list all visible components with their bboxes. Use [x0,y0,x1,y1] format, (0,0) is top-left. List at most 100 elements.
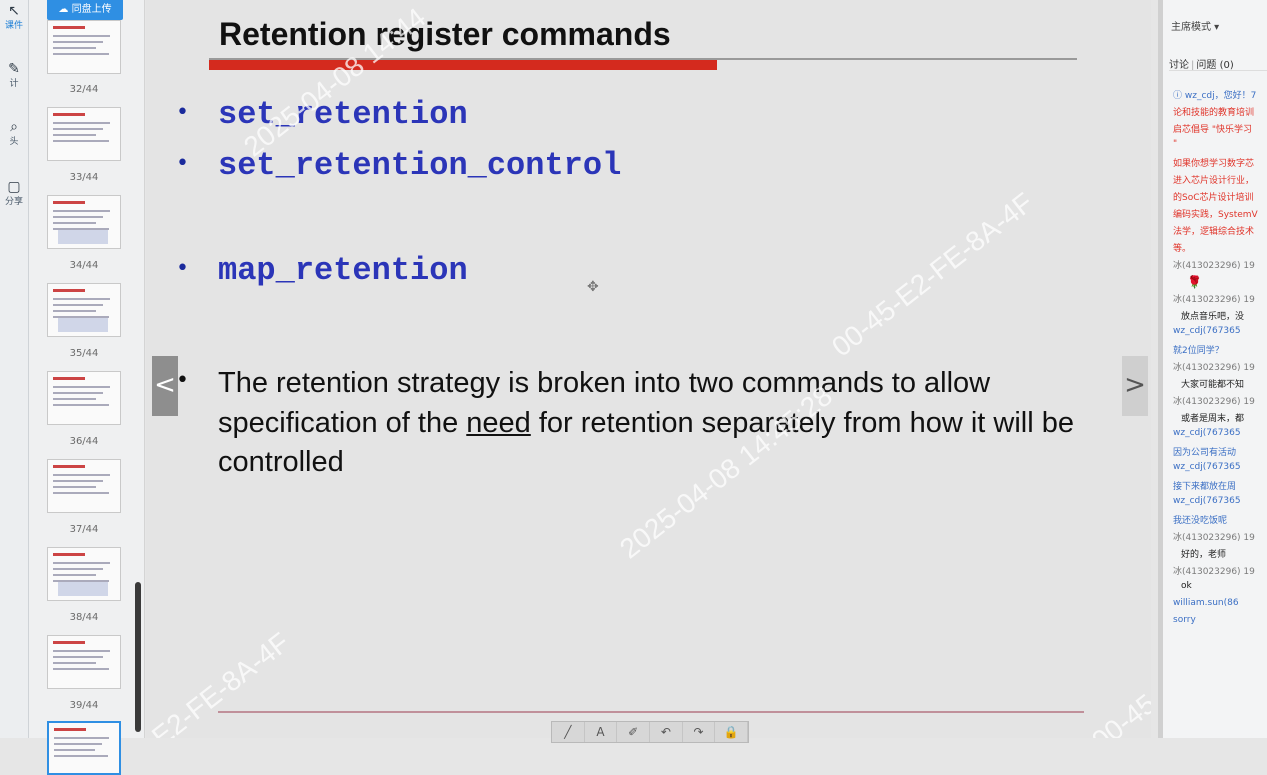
slide-thumbnail[interactable] [47,371,121,425]
tool-button-0[interactable]: ↖ 课件 [0,4,28,31]
tool-button-2[interactable]: ⌕ 头 [0,120,28,147]
move-cursor-icon: ✥ [587,279,599,295]
thumbnail-title-bar [53,641,85,644]
tool-button-3[interactable]: ▢ 分享 [0,180,28,207]
thumbnail-text-line [53,662,96,664]
thumbnail-text-line [54,755,108,757]
thumbnail-text-line [53,480,103,482]
command-map-retention: map_retention [218,252,468,289]
thumbnail-figure [58,230,108,244]
slide-thumbnail[interactable] [47,20,121,74]
chat-message-line: 好的，老师 [1181,550,1227,560]
watermark: E2-FE-8A-4F [146,626,296,738]
chat-message-line: 论和技能的教育培训 [1173,108,1255,118]
chat-message-line: wz_cdj(767365 [1173,496,1241,506]
pen-icon: ✎ [8,61,20,77]
tool-label: 分享 [4,197,23,207]
tool-label: 计 [9,79,19,89]
chevron-right-icon: > [1124,370,1146,400]
lock-icon[interactable]: 🔒 [715,722,749,742]
thumbnail-text-line [53,562,110,564]
thumbnail-text-line [53,492,109,494]
bullet-dot: • [176,151,189,176]
page-number: 36/44 [69,436,99,447]
slide-thumbnail[interactable] [47,107,121,161]
thumbnail-text-line [53,222,96,224]
chat-message-line: 我还没吃饭呢 [1173,516,1228,526]
page-number: 33/44 [69,172,99,183]
thumbnail-text-line [53,53,109,55]
tool-label: 头 [9,137,19,147]
thumbnail-text-line [53,304,103,306]
chat-panel: 主席模式 ▾ 讨论 | 问题 (0) ⓘ wz_cdj，您好！7 论和技能的教育培训启… [1158,0,1267,738]
presenter-mode-dropdown[interactable]: 主席模式 ▾ [1171,18,1219,33]
pen-tool-icon[interactable]: ╱ [552,722,585,742]
chat-tabs: 讨论 | 问题 (0) [1169,60,1234,71]
chat-message-line: william.sun(86 [1173,598,1239,608]
chat-message-line: wz_cdj(767365 [1173,428,1241,438]
command-set-retention-control: set_retention_control [218,147,622,184]
chat-message-line: 冰(413023296) 19 [1173,261,1255,271]
thumbnail-text-line [53,404,109,406]
thumbnail-title-bar [53,113,85,116]
tool-button-1[interactable]: ✎ 计 [0,62,28,89]
thumbnail-text-line [54,743,102,745]
thumbnail-title-bar [53,26,85,29]
previous-slide-button[interactable]: < [152,356,178,416]
chat-message-line: ok [1181,581,1192,591]
thumbnail-scrollbar-thumb[interactable] [135,582,141,732]
chat-divider [1169,70,1267,71]
next-slide-button[interactable]: > [1122,356,1148,416]
chat-message-line: 法学，逻辑综合技术 [1173,227,1255,237]
thumbnail-text-line [53,47,96,49]
chat-message-line: 进入芯片设计行业， [1173,176,1255,186]
thumbnail-title-bar [54,728,86,731]
camera-search-icon: ⌕ [10,119,18,135]
thumbnail-text-line [53,140,109,142]
redo-icon[interactable]: ↷ [683,722,716,742]
thumbnail-text-line [53,650,110,652]
thumbnail-title-bar [53,289,85,292]
thumbnail-text-line [53,210,110,212]
slide-thumbnail[interactable] [47,283,121,337]
upload-label: 同盘上传 [71,4,112,15]
chat-message-line: 因为公司有活动 [1173,448,1237,458]
slide-thumbnail[interactable] [47,459,121,513]
slide-thumbnail[interactable] [47,635,121,689]
slide-thumbnail[interactable] [47,195,121,249]
thumbnail-title-bar [53,553,85,556]
thumbnail-title-bar [53,201,85,204]
chat-message-line: 冰(413023296) 19 [1173,363,1255,373]
thumbnail-text-line [53,568,103,570]
thumbnail-text-line [53,486,96,488]
bullet-dot: • [176,256,189,281]
thumbnail-text-line [54,737,109,739]
slide-thumbnail[interactable] [47,721,121,775]
undo-icon[interactable]: ↶ [650,722,683,742]
thumbnail-text-line [53,392,103,394]
chat-message-line: 的SoC芯片设计培训 [1173,193,1254,203]
slide-canvas: Retention register commands • set_retent… [146,0,1151,738]
title-accent-bar [209,60,717,70]
thumbnail-text-line [53,128,103,130]
thumbnail-text-line [53,122,110,124]
slide-thumbnail[interactable] [47,547,121,601]
thumbnail-text-line [54,749,95,751]
text-tool-icon[interactable]: A [585,722,618,742]
cloud-upload-button[interactable]: ☁ 同盘上传 [47,0,123,20]
thumbnail-title-bar [53,377,85,380]
cloud-icon: ☁ [58,4,69,15]
chat-message-line: 如果你想学习数字芯 [1173,159,1255,169]
thumbnail-text-line [53,656,103,658]
thumbnail-text-line [53,310,96,312]
page-number: 34/44 [69,260,99,271]
slide-thumbnail-panel: ☁ 同盘上传 32/44 33/44 34/44 35/44 36/44 37/44 38/… [29,0,145,775]
chat-message-line: wz_cdj(767365 [1173,326,1241,336]
chat-message-line: 冰(413023296) 19 [1173,567,1255,577]
tool-label: 课件 [4,21,23,31]
thumbnail-text-line [53,474,110,476]
paragraph-underlined-word: need [466,406,531,439]
chat-message-line: wz_cdj(767365 [1173,462,1241,472]
page-number: 39/44 [69,700,99,711]
eraser-icon[interactable]: ✐ [617,722,651,742]
